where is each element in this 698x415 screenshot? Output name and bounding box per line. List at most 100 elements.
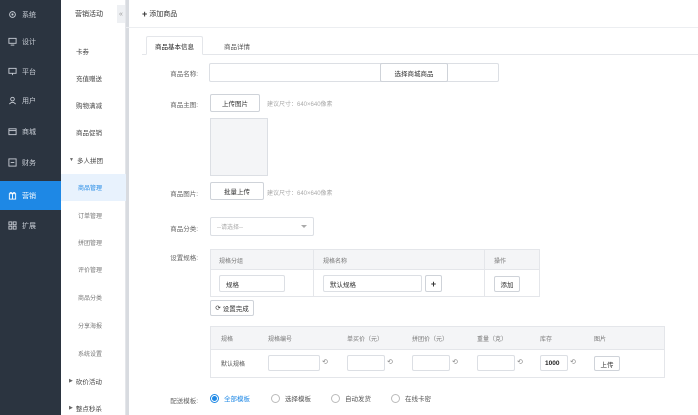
spec-table-header [211,250,539,270]
spec-name-input[interactable]: 默认规格 [323,275,422,292]
submenu-item-group-manage[interactable]: 拼团管理 [61,229,126,256]
page-title: + 添加商品 [126,0,698,28]
generate-spec-label: 设置完成 [222,306,249,313]
sidebar-item-label: 商城 [22,128,36,136]
stepper-icon[interactable]: ⟲ [322,358,328,366]
primary-sidebar: 系统 设计 平台 用户 商城 财务 营销 扩展 [0,0,61,415]
grid-icon [7,221,17,231]
sku-stock-input[interactable]: 1000 [540,355,568,371]
goods-name-input[interactable] [209,63,499,82]
user-icon [7,96,17,106]
submenu-item-goods-manage[interactable]: 商品管理 [61,174,126,201]
spec-header-name: 规格名称 [323,258,348,265]
sku-cell-spec: 默认规格 [221,362,246,368]
sidebar-item-label: 系统 [22,11,36,19]
chevron-down-icon [301,225,307,228]
submenu-group-label: 多人拼团 [76,157,103,165]
spec-label: 设置规格: [170,255,198,262]
add-spec-value-button[interactable]: + [425,275,442,292]
radio-checked-icon [210,393,219,403]
spec-group-input[interactable]: 规格 [219,275,285,292]
sku-code-input[interactable] [268,355,320,371]
submenu-item-review-manage[interactable]: 评价管理 [61,256,126,283]
submenu-item-coupons[interactable]: 卡券 [61,37,126,64]
tab-basic-info[interactable]: 商品基本信息 [146,36,203,55]
category-select[interactable]: --请选择-- [210,217,314,236]
chevron-down-icon: ▼ [69,156,74,163]
shipping-option-label: 自动发货 [345,396,371,403]
submenu-item-share-poster[interactable]: 分享海报 [61,312,126,339]
stepper-icon[interactable]: ⟲ [387,358,393,366]
sku-header-group-price: 拼团价（元） [412,337,449,343]
sidebar-item-platform[interactable]: 平台 [0,57,61,86]
collapse-sidebar-button[interactable]: « [117,5,125,23]
sidebar-item-marketing[interactable]: 营销 [0,181,61,210]
main-image-size-hint: 建议尺寸：640×640像素 [267,102,333,108]
sidebar-item-label: 设计 [22,38,36,46]
sku-header-stock: 库存 [540,337,553,343]
refresh-icon: ⟳ [215,305,221,312]
marketing-icon [7,191,17,201]
monitor-icon [7,37,17,47]
sidebar-item-system[interactable]: 系统 [0,0,61,29]
sku-header-image: 图片 [594,337,607,343]
batch-upload-button[interactable]: 批量上传 [210,182,264,200]
sku-header-weight: 重量（克） [477,337,508,343]
submenu-group-bargain[interactable]: ▶ 砍价活动 [61,367,126,394]
submenu-item-goods-category[interactable]: 商品分类 [61,284,126,311]
sku-table: 规格 规格编号 单买价（元） 拼团价（元） 重量（克） 库存 图片 默认规格 ⟲… [210,326,665,378]
shipping-option-auto[interactable]: 自动发货 [331,393,371,403]
stepper-icon[interactable]: ⟲ [517,358,523,366]
main-content: + 添加商品 商品基本信息 商品详情 商品名称: 选择商城商品 商品主图: 上传… [126,0,698,415]
submenu-item-recharge[interactable]: 充值赠送 [61,64,126,91]
main-image-preview[interactable] [210,118,268,176]
chevron-right-icon: ▶ [69,377,73,384]
secondary-sidebar: 营销活动 « 卡券 充值赠送 购物满减 商品促销 ▼ 多人拼团 商品管理 订单管… [61,0,126,415]
sku-upload-button[interactable]: 上传 [594,356,620,371]
generate-spec-button[interactable]: ⟳ 设置完成 [210,300,254,316]
sku-weight-input[interactable] [477,355,515,371]
gear-icon [7,10,17,20]
spec-table: 规格分组 规格名称 操作 规格 默认规格 + 添加 [210,249,540,297]
shipping-label: 配送模板: [170,398,198,405]
tab-details[interactable]: 商品详情 [216,36,258,55]
sidebar-item-store[interactable]: 商城 [0,117,61,146]
sidebar-item-finance[interactable]: 财务 [0,148,61,177]
spec-header-action: 操作 [494,258,507,265]
radio-icon [391,393,400,403]
sidebar-item-label: 扩展 [22,222,36,230]
submenu-item-order-manage[interactable]: 订单管理 [61,202,126,229]
shipping-option-all[interactable]: 全部模板 [210,393,250,403]
submenu-group-group-buy[interactable]: ▼ 多人拼团 [61,146,126,173]
sku-price-input[interactable] [347,355,385,371]
sidebar-item-label: 营销 [22,192,36,200]
submenu-group-label: 砍价活动 [75,378,102,386]
tab-bar: 商品基本信息 商品详情 [142,36,698,55]
spec-divider [484,250,485,296]
sidebar-item-extensions[interactable]: 扩展 [0,211,61,240]
sidebar-item-users[interactable]: 用户 [0,86,61,115]
category-placeholder: --请选择-- [217,225,243,231]
platform-icon [7,67,17,77]
submenu-group-label: 整点秒杀 [75,405,102,413]
radio-icon [271,393,280,403]
gallery-label: 商品图片: [170,191,198,198]
submenu-item-full-reduction[interactable]: 购物满减 [61,91,126,118]
submenu-item-promotion[interactable]: 商品促销 [61,118,126,145]
sidebar-item-label: 平台 [22,68,36,76]
stepper-icon[interactable]: ⟲ [452,358,458,366]
shipping-option-select[interactable]: 选择模板 [271,393,311,403]
shipping-option-card[interactable]: 在线卡密 [391,393,431,403]
add-spec-button[interactable]: 添加 [494,276,520,292]
sku-group-price-input[interactable] [412,355,450,371]
spec-divider [313,250,314,296]
sidebar-item-design[interactable]: 设计 [0,27,61,56]
upload-image-button[interactable]: 上传图片 [210,94,260,112]
sku-header-price: 单买价（元） [347,337,384,343]
submenu-item-system-settings[interactable]: 系统设置 [61,340,126,367]
submenu-group-flash-sale[interactable]: ▶ 整点秒杀 [61,394,126,415]
page-title-text: 添加商品 [149,10,178,18]
shipping-option-label: 选择模板 [285,396,311,403]
select-store-goods-button[interactable]: 选择商城商品 [380,63,448,82]
stepper-icon[interactable]: ⟲ [570,358,576,366]
